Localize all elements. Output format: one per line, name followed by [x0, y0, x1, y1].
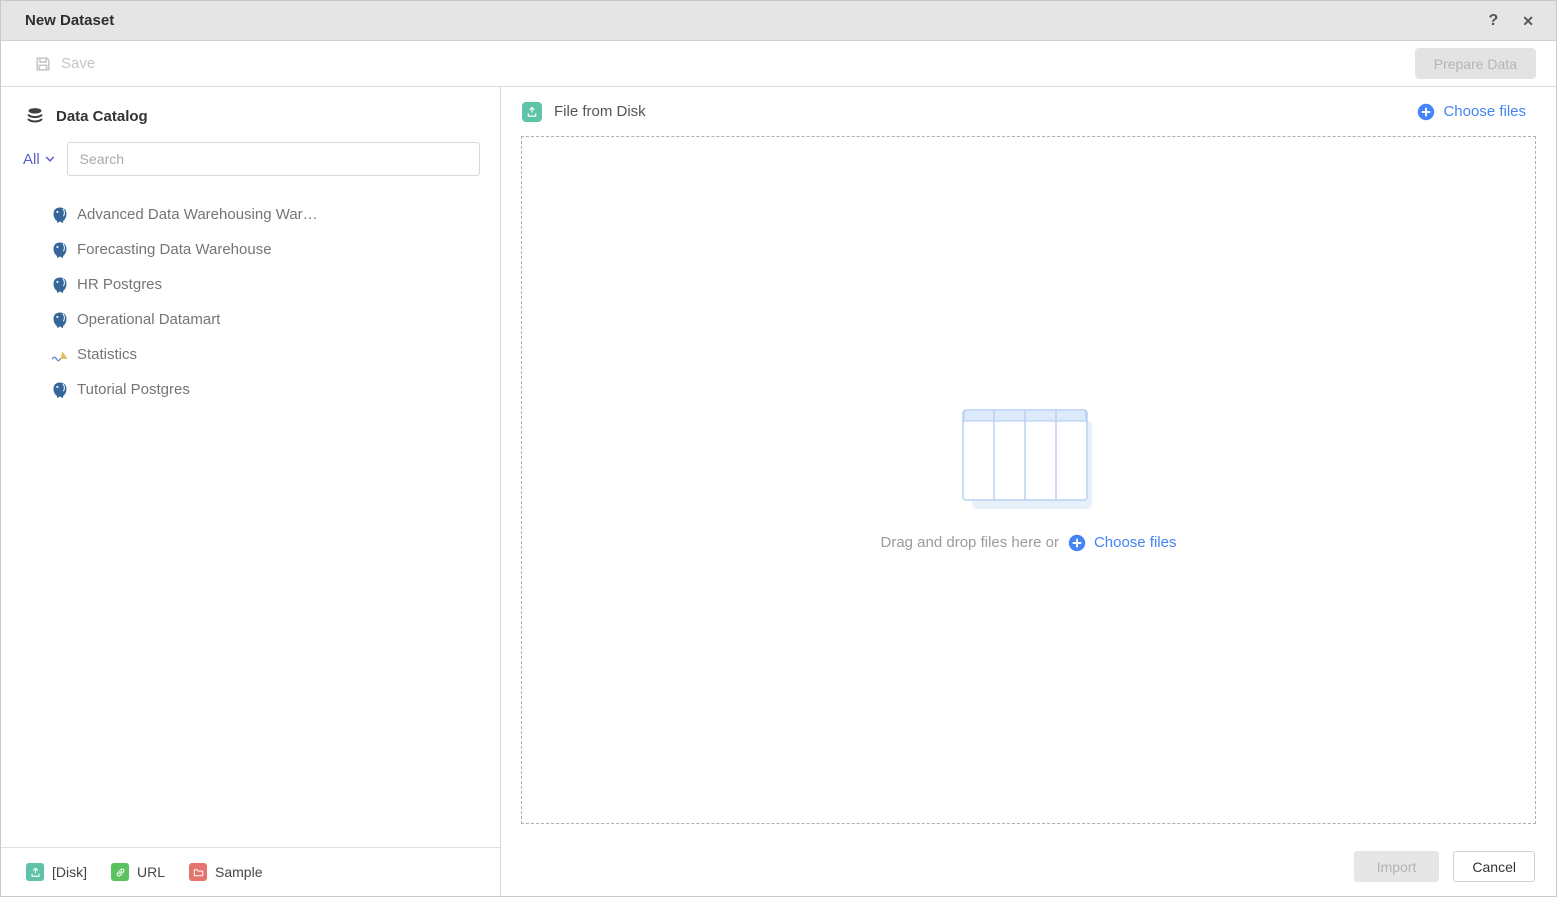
- new-dataset-dialog: New Dataset ? ✕ Save Prepare Data Data C…: [0, 0, 1557, 897]
- source-type-label: URL: [137, 864, 165, 880]
- titlebar-actions: ? ✕: [1488, 13, 1534, 29]
- floppy-disk-icon: [34, 55, 52, 73]
- table-illustration: [962, 409, 1096, 512]
- postgres-icon: [51, 241, 69, 259]
- file-panel-title: File from Disk: [554, 103, 646, 120]
- source-type-disk[interactable]: [Disk]: [26, 863, 87, 881]
- cancel-button[interactable]: Cancel: [1453, 851, 1535, 882]
- choose-files-label-dropzone: Choose files: [1094, 534, 1177, 551]
- close-icon[interactable]: ✕: [1522, 14, 1534, 28]
- postgres-icon: [51, 206, 69, 224]
- plus-circle-icon: [1068, 534, 1086, 552]
- save-button[interactable]: Save: [34, 55, 95, 73]
- folder-icon: [189, 863, 207, 881]
- database-icon: [25, 106, 45, 126]
- link-icon: [111, 863, 129, 881]
- prepare-data-button[interactable]: Prepare Data: [1415, 48, 1536, 79]
- import-button[interactable]: Import: [1354, 851, 1440, 882]
- save-button-label: Save: [61, 55, 95, 72]
- connection-name: Forecasting Data Warehouse: [77, 241, 272, 258]
- connection-name: Advanced Data Warehousing War…: [77, 206, 318, 223]
- plus-circle-icon: [1417, 103, 1435, 121]
- connection-item-5[interactable]: Tutorial Postgres: [1, 372, 500, 407]
- dialog-body: Data Catalog All Advanced Data Warehousi…: [1, 87, 1556, 896]
- file-upload-panel: File from Disk Choose files Drag and dro…: [501, 87, 1556, 896]
- source-type-url[interactable]: URL: [111, 863, 165, 881]
- chevron-down-icon: [44, 153, 56, 165]
- search-input[interactable]: [67, 142, 480, 176]
- filter-all-label: All: [23, 151, 40, 168]
- source-type-label: Sample: [215, 864, 262, 880]
- statistics-icon: [51, 346, 69, 364]
- choose-files-link-dropzone[interactable]: Choose files: [1068, 534, 1177, 552]
- source-type-label: [Disk]: [52, 864, 87, 880]
- postgres-icon: [51, 311, 69, 329]
- choose-files-link-top[interactable]: Choose files: [1417, 103, 1526, 121]
- connection-name: Statistics: [77, 346, 137, 363]
- drag-drop-text: Drag and drop files here or: [881, 534, 1059, 551]
- source-type-footer: [Disk] URL Sample: [1, 847, 500, 896]
- connection-list: Advanced Data Warehousing War… Forecasti…: [1, 176, 500, 847]
- postgres-icon: [51, 381, 69, 399]
- file-panel-header: File from Disk Choose files: [501, 87, 1556, 136]
- connection-item-2[interactable]: HR Postgres: [1, 267, 500, 302]
- source-type-sample[interactable]: Sample: [189, 863, 262, 881]
- connection-item-1[interactable]: Forecasting Data Warehouse: [1, 232, 500, 267]
- connection-name: Operational Datamart: [77, 311, 220, 328]
- data-catalog-title: Data Catalog: [56, 108, 148, 125]
- file-from-disk-heading: File from Disk: [522, 102, 646, 122]
- catalog-filter-row: All: [1, 126, 500, 176]
- filter-all-dropdown[interactable]: All: [23, 151, 56, 168]
- toolbar: Save Prepare Data: [1, 41, 1556, 87]
- data-catalog-panel: Data Catalog All Advanced Data Warehousi…: [1, 87, 501, 896]
- titlebar: New Dataset ? ✕: [1, 1, 1556, 41]
- file-upload-icon: [522, 102, 542, 122]
- upload-icon: [26, 863, 44, 881]
- dialog-actions: Import Cancel: [501, 837, 1556, 896]
- connection-item-3[interactable]: Operational Datamart: [1, 302, 500, 337]
- dropzone-text-row: Drag and drop files here or Choose files: [881, 534, 1177, 552]
- connection-name: Tutorial Postgres: [77, 381, 190, 398]
- postgres-icon: [51, 276, 69, 294]
- dialog-title: New Dataset: [25, 12, 114, 29]
- connection-name: HR Postgres: [77, 276, 162, 293]
- connection-item-4[interactable]: Statistics: [1, 337, 500, 372]
- help-icon[interactable]: ?: [1488, 13, 1498, 29]
- file-dropzone[interactable]: Drag and drop files here or Choose files: [521, 136, 1536, 824]
- connection-item-0[interactable]: Advanced Data Warehousing War…: [1, 197, 500, 232]
- choose-files-label-top: Choose files: [1443, 103, 1526, 120]
- data-catalog-header: Data Catalog: [1, 87, 500, 126]
